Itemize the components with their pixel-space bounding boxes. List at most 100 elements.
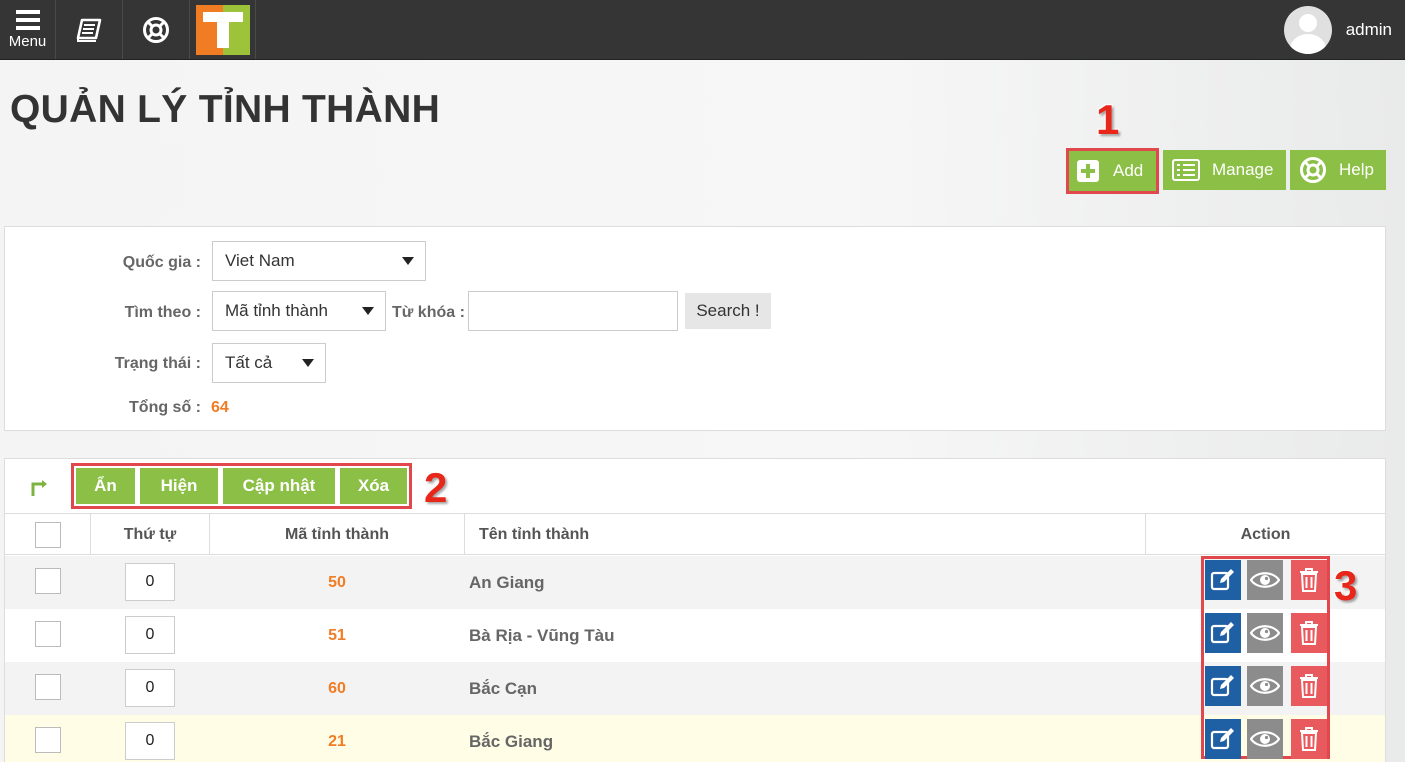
row-checkbox[interactable] — [35, 568, 61, 594]
total-label: Tổng số : — [129, 399, 201, 416]
province-name: Bà Rịa - Vũng Tàu — [469, 625, 615, 645]
help-button[interactable]: Help — [1290, 150, 1386, 190]
delete-selected-button[interactable]: Xóa — [340, 468, 407, 504]
row-actions-group — [1201, 556, 1330, 759]
keyword-input[interactable] — [468, 291, 678, 331]
book-icon — [76, 18, 102, 42]
callout-3: 3 — [1334, 562, 1358, 609]
table-row: 0 50 An Giang — [5, 556, 1385, 609]
user-menu[interactable]: admin — [1283, 0, 1405, 59]
header-name[interactable]: Tên tỉnh thành — [465, 514, 1146, 555]
row-checkbox[interactable] — [35, 621, 61, 647]
view-button[interactable] — [1247, 719, 1283, 759]
page-title: QUẢN LÝ TỈNH THÀNH — [10, 88, 441, 131]
row-checkbox[interactable] — [35, 727, 61, 753]
bulk-actions: Ẩn Hiện Cập nhật Xóa — [71, 463, 412, 509]
header-order[interactable]: Thứ tự — [91, 514, 210, 555]
trash-icon — [1300, 674, 1318, 698]
menu-label: Menu — [8, 32, 47, 50]
status-label: Trạng thái : — [114, 355, 201, 372]
corner-arrow-icon — [31, 480, 47, 496]
docs-button[interactable] — [56, 0, 123, 59]
username: admin — [1345, 19, 1392, 39]
callout-1: 1 — [1096, 96, 1120, 143]
edit-button[interactable] — [1205, 719, 1241, 759]
delete-button[interactable] — [1291, 613, 1327, 653]
country-select[interactable]: Viet Nam — [212, 241, 426, 281]
province-code: 21 — [328, 732, 346, 750]
header-action: Action — [1240, 525, 1291, 543]
plus-icon — [1077, 160, 1099, 182]
order-input[interactable]: 0 — [125, 616, 175, 654]
status-value: Tất cả — [225, 353, 273, 372]
table-header: Thứ tự Mã tỉnh thành Tên tỉnh thành Acti… — [5, 513, 1385, 555]
show-button[interactable]: Hiện — [140, 468, 218, 504]
search-by-label: Tìm theo : — [124, 304, 201, 321]
table-row: 0 60 Bắc Cạn — [5, 662, 1385, 715]
lifebuoy-icon — [1299, 156, 1327, 184]
row-checkbox[interactable] — [35, 674, 61, 700]
chevron-down-icon — [362, 307, 374, 315]
edit-icon — [1210, 675, 1234, 697]
province-code: 51 — [328, 626, 346, 644]
edit-button[interactable] — [1205, 560, 1241, 600]
edit-button[interactable] — [1205, 613, 1241, 653]
province-code: 50 — [328, 573, 346, 591]
search-by-select[interactable]: Mã tỉnh thành — [212, 291, 386, 331]
order-input[interactable]: 0 — [125, 563, 175, 601]
avatar — [1283, 5, 1332, 54]
lifebuoy-icon — [143, 16, 169, 43]
country-value: Viet Nam — [225, 251, 295, 270]
view-button[interactable] — [1247, 560, 1283, 600]
delete-button[interactable] — [1291, 666, 1327, 706]
country-label: Quốc gia : — [122, 254, 201, 271]
table-row: 0 51 Bà Rịa - Vũng Tàu — [5, 609, 1385, 662]
order-input[interactable]: 0 — [125, 722, 175, 760]
filter-panel: Quốc gia : Viet Nam Tìm theo : Mã tỉnh t… — [4, 226, 1386, 431]
keyword-label: Từ khóa : — [392, 304, 465, 321]
chevron-down-icon — [402, 257, 414, 265]
hide-button[interactable]: Ẩn — [76, 468, 135, 504]
trash-icon — [1300, 568, 1318, 592]
edit-icon — [1210, 569, 1234, 591]
view-button[interactable] — [1247, 613, 1283, 653]
search-by-value: Mã tỉnh thành — [225, 301, 329, 320]
header-select-all-cell — [5, 514, 91, 555]
eye-icon — [1250, 731, 1280, 747]
eye-icon — [1250, 572, 1280, 588]
province-name: Bắc Giang — [469, 731, 554, 751]
select-all-checkbox[interactable] — [34, 521, 61, 548]
top-bar: Menu admin — [0, 0, 1405, 60]
help-label: Help — [1339, 160, 1374, 179]
manage-label: Manage — [1212, 160, 1274, 179]
table-row: 0 21 Bắc Giang — [5, 715, 1385, 762]
logo-t-icon — [195, 4, 250, 55]
update-button[interactable]: Cập nhật — [223, 468, 335, 504]
delete-button[interactable] — [1291, 719, 1327, 759]
province-name: An Giang — [469, 572, 545, 592]
app-logo[interactable] — [190, 0, 256, 59]
menu-button[interactable]: Menu — [0, 0, 56, 59]
manage-button[interactable]: Manage — [1163, 150, 1286, 190]
order-input[interactable]: 0 — [125, 669, 175, 707]
add-label: Add — [1113, 161, 1144, 180]
search-button[interactable]: Search ! — [685, 293, 771, 329]
eye-icon — [1250, 625, 1280, 641]
callout-2: 2 — [424, 464, 448, 511]
chevron-down-icon — [302, 359, 314, 367]
total-count: 64 — [211, 399, 229, 416]
view-button[interactable] — [1247, 666, 1283, 706]
list-icon — [1172, 159, 1200, 181]
eye-icon — [1250, 678, 1280, 694]
add-button[interactable]: Add — [1066, 148, 1159, 194]
status-select[interactable]: Tất cả — [212, 343, 326, 383]
hamburger-icon — [15, 9, 40, 30]
province-code: 60 — [328, 679, 346, 697]
delete-button[interactable] — [1291, 560, 1327, 600]
support-button[interactable] — [123, 0, 190, 59]
table-panel: Ẩn Hiện Cập nhật Xóa Thứ tự Mã tỉnh thàn… — [4, 458, 1386, 762]
trash-icon — [1300, 727, 1318, 751]
edit-icon — [1210, 728, 1234, 750]
edit-button[interactable] — [1205, 666, 1241, 706]
header-code[interactable]: Mã tỉnh thành — [210, 514, 465, 555]
